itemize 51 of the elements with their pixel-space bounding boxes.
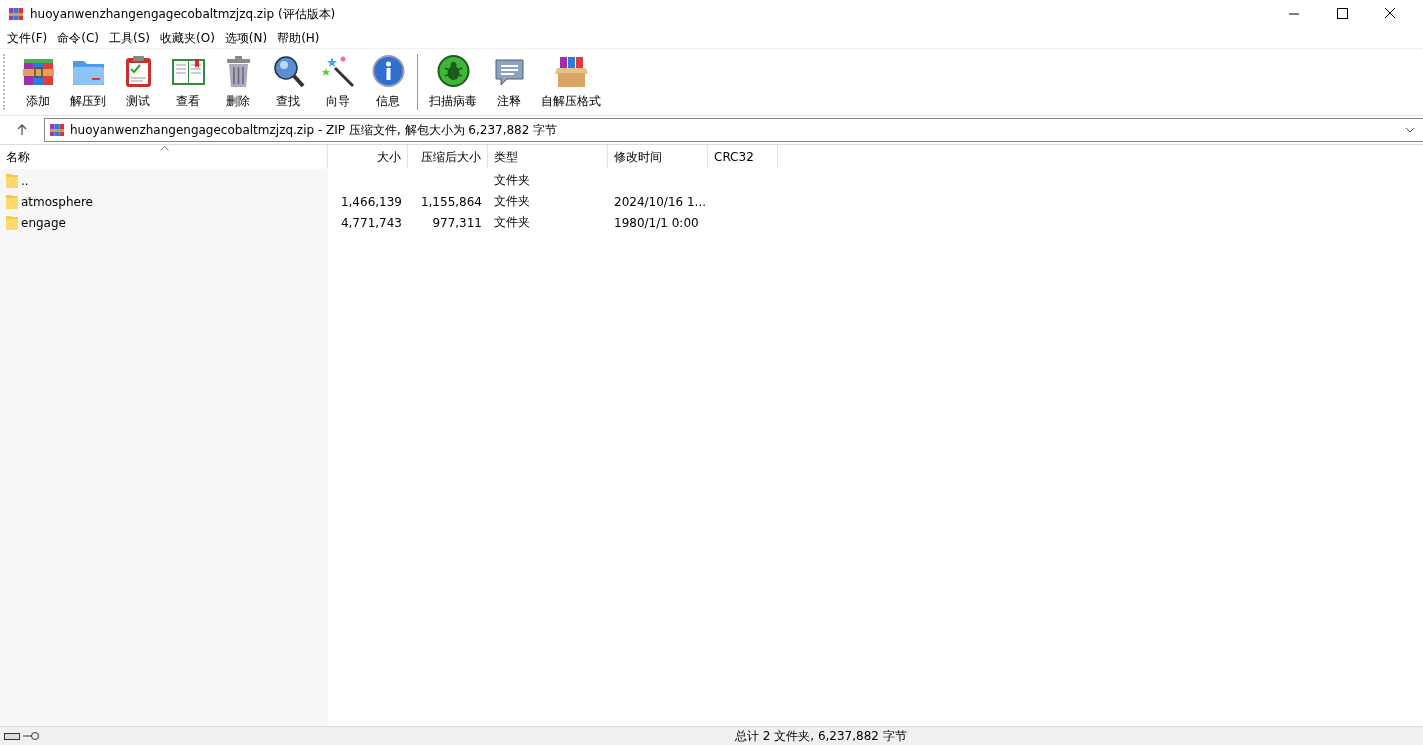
toolbar-button[interactable]: 向导	[314, 50, 362, 114]
column-header[interactable]: 类型	[488, 145, 608, 169]
menu-item[interactable]: 收藏夹(O)	[155, 29, 220, 47]
toolbar-button[interactable]: 删除	[214, 50, 262, 114]
menu-item[interactable]: 命令(C)	[52, 29, 104, 47]
menu-item[interactable]: 工具(S)	[104, 29, 155, 47]
magic-wand-icon	[320, 54, 356, 89]
toolbar-button[interactable]: 自解压格式	[535, 50, 607, 114]
status-text: 总计 2 文件夹, 6,237,882 字节	[735, 727, 907, 745]
key-icon	[22, 731, 40, 741]
chevron-down-icon[interactable]	[1405, 127, 1415, 133]
menu-item[interactable]: 帮助(H)	[272, 29, 325, 47]
toolbar-button[interactable]: 测试	[114, 50, 162, 114]
table-cell: 文件夹	[494, 214, 530, 231]
column-header[interactable]: 压缩后大小	[408, 145, 488, 169]
toolbar-button[interactable]: 解压到	[64, 50, 112, 114]
info-icon	[370, 54, 406, 89]
column-header[interactable]: CRC32	[708, 145, 778, 169]
archive-icon	[8, 6, 24, 22]
column-header[interactable]: 大小	[328, 145, 408, 169]
table-cell: 4,771,743	[340, 215, 402, 230]
toolbar-button[interactable]: 查找	[264, 50, 312, 114]
window-title: huoyanwenzhangengagecobaltmzjzq.zip (评估版本)	[30, 5, 337, 23]
toolbar-button[interactable]: 信息	[364, 50, 412, 114]
table-cell: 1,155,864	[420, 194, 482, 209]
file-name[interactable]: engage	[21, 215, 66, 230]
table-cell: 文件夹	[494, 193, 530, 210]
table-cell: 1,466,139	[340, 194, 402, 209]
folder-icon	[5, 172, 19, 189]
box-icon	[553, 54, 589, 89]
column-header[interactable]: 名称	[0, 145, 328, 169]
table-cell: 1980/1/1 0:00	[614, 215, 699, 230]
address-field[interactable]: huoyanwenzhangengagecobaltmzjzq.zip - ZIP 压缩文件, 解包大小为 6,237,882 字节	[44, 118, 1423, 142]
folder-icon	[5, 214, 19, 231]
up-arrow-icon[interactable]	[16, 124, 28, 136]
archive-icon	[49, 122, 65, 138]
folder-icon	[5, 193, 19, 210]
toolbar-button[interactable]: 扫描病毒	[423, 50, 483, 114]
table-cell: 977,311	[432, 215, 482, 230]
menu-item[interactable]: 文件(F)	[2, 29, 53, 47]
bug-icon	[435, 54, 471, 89]
toolbar-button[interactable]: 查看	[164, 50, 212, 114]
file-name[interactable]: ..	[21, 173, 29, 188]
toolbar-button[interactable]: 添加	[14, 50, 62, 114]
table-cell: 文件夹	[494, 172, 530, 189]
drive-icon	[4, 731, 20, 741]
column-header[interactable]: 修改时间	[608, 145, 708, 169]
menu-item[interactable]: 选项(N)	[219, 29, 273, 47]
toolbar-button[interactable]: 注释	[485, 50, 533, 114]
table-cell: 2024/10/16 1...	[614, 194, 707, 209]
file-name[interactable]: atmosphere	[21, 194, 93, 209]
